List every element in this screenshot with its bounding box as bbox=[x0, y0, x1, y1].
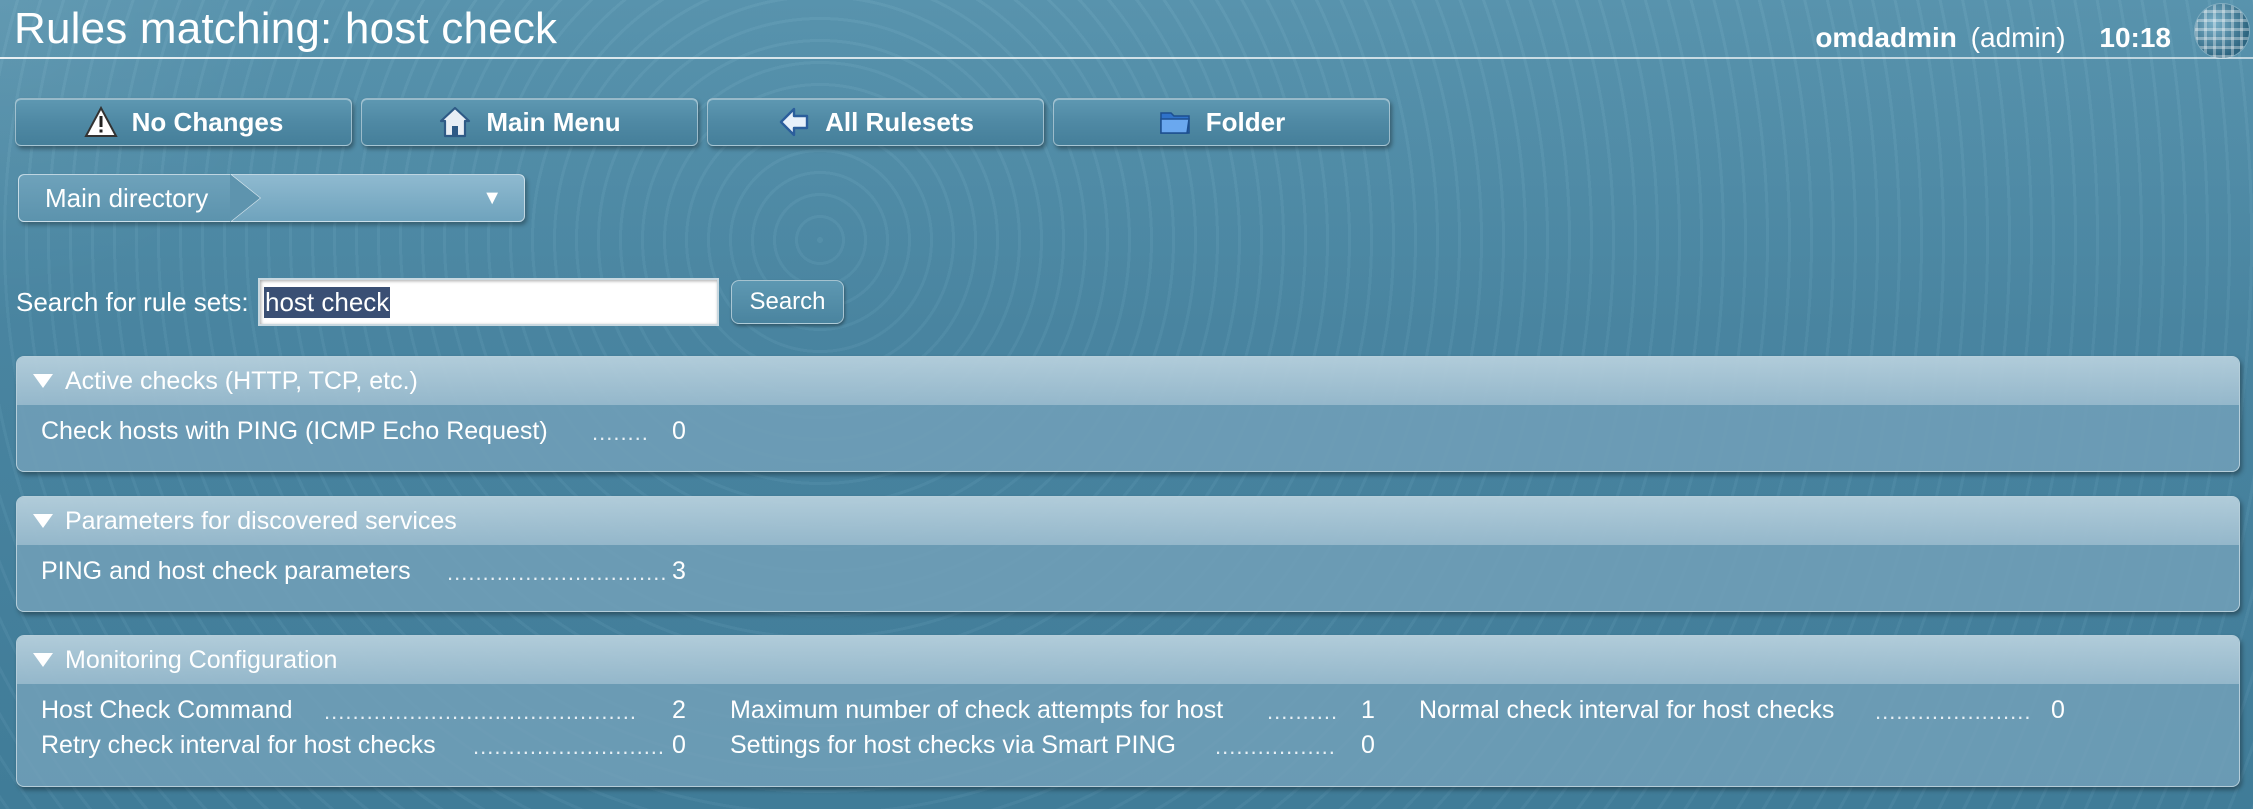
folder-label: Folder bbox=[1205, 106, 1286, 137]
rule-dots: .......... bbox=[1267, 699, 1339, 724]
rule-dots: ................. bbox=[1215, 734, 1336, 759]
search-input[interactable]: host check bbox=[258, 278, 719, 326]
rule-dots: ............................... bbox=[447, 560, 668, 585]
globe-logo-icon[interactable] bbox=[2195, 4, 2249, 58]
page-title: Rules matching: host check bbox=[14, 4, 558, 53]
breadcrumb-separator bbox=[230, 174, 261, 222]
collapse-triangle-icon bbox=[33, 374, 53, 388]
toolbar: No Changes Main Menu All Rulesets Folder bbox=[15, 98, 1390, 146]
section-header[interactable]: Monitoring Configuration bbox=[17, 636, 2239, 684]
search-input-value: host check bbox=[264, 286, 391, 318]
rule-count: 1 bbox=[1361, 696, 1375, 724]
collapse-triangle-icon bbox=[33, 653, 53, 667]
rule-count: 0 bbox=[1361, 731, 1375, 759]
folder-icon bbox=[1158, 105, 1192, 139]
rule-count: 0 bbox=[672, 731, 686, 759]
collapse-triangle-icon bbox=[33, 514, 53, 528]
no-changes-button[interactable]: No Changes bbox=[15, 98, 352, 146]
main-menu-label: Main Menu bbox=[486, 106, 621, 137]
rule-count: 0 bbox=[2051, 696, 2065, 724]
rule-link[interactable]: Host Check Command bbox=[41, 696, 292, 725]
user-name[interactable]: omdadmin bbox=[1815, 22, 1957, 53]
no-changes-label: No Changes bbox=[131, 106, 284, 137]
breadcrumb: Main directory ▼ bbox=[18, 174, 525, 222]
user-role: (admin) bbox=[1970, 22, 2066, 53]
all-rulesets-button[interactable]: All Rulesets bbox=[707, 98, 1044, 146]
rule-dots: ...................... bbox=[1875, 699, 2032, 724]
chevron-down-icon: ▼ bbox=[482, 186, 502, 209]
rule-link[interactable]: Maximum number of check attempts for hos… bbox=[730, 696, 1223, 725]
user-info: omdadmin (admin) 10:18 bbox=[1815, 22, 2171, 54]
all-rulesets-label: All Rulesets bbox=[825, 106, 974, 137]
rule-dots: ........ bbox=[592, 420, 649, 445]
section-active-checks: Active checks (HTTP, TCP, etc.) Check ho… bbox=[16, 356, 2240, 472]
section-header[interactable]: Active checks (HTTP, TCP, etc.) bbox=[17, 357, 2239, 405]
search-button[interactable]: Search bbox=[731, 280, 844, 324]
rule-link[interactable]: Normal check interval for host checks bbox=[1419, 696, 1834, 725]
rule-link[interactable]: Settings for host checks via Smart PING bbox=[730, 731, 1176, 760]
rule-dots: ........................................… bbox=[324, 699, 637, 724]
section-title: Parameters for discovered services bbox=[65, 506, 457, 535]
section-discovered-services: Parameters for discovered services PING … bbox=[16, 496, 2240, 612]
section-title: Monitoring Configuration bbox=[65, 645, 338, 674]
section-title: Active checks (HTTP, TCP, etc.) bbox=[65, 366, 418, 395]
warning-icon bbox=[83, 105, 118, 139]
section-monitoring-configuration: Monitoring Configuration Host Check Comm… bbox=[16, 635, 2240, 787]
folder-button[interactable]: Folder bbox=[1053, 98, 1390, 146]
home-icon bbox=[438, 105, 472, 139]
rule-link[interactable]: PING and host check parameters bbox=[41, 557, 411, 586]
rule-dots: ........................... bbox=[473, 734, 666, 759]
section-header[interactable]: Parameters for discovered services bbox=[17, 497, 2239, 545]
breadcrumb-main-directory[interactable]: Main directory bbox=[19, 175, 231, 221]
header-divider bbox=[0, 57, 2253, 59]
rule-link[interactable]: Retry check interval for host checks bbox=[41, 731, 436, 760]
rule-count: 0 bbox=[672, 417, 686, 445]
rule-count: 3 bbox=[672, 557, 686, 585]
subfolder-dropdown[interactable]: ▼ bbox=[260, 175, 524, 221]
main-menu-button[interactable]: Main Menu bbox=[361, 98, 698, 146]
rule-link[interactable]: Check hosts with PING (ICMP Echo Request… bbox=[41, 417, 548, 446]
back-arrow-icon bbox=[777, 105, 811, 139]
rule-count: 2 bbox=[672, 696, 686, 724]
clock: 10:18 bbox=[2099, 22, 2171, 53]
search-label: Search for rule sets: bbox=[16, 287, 249, 317]
